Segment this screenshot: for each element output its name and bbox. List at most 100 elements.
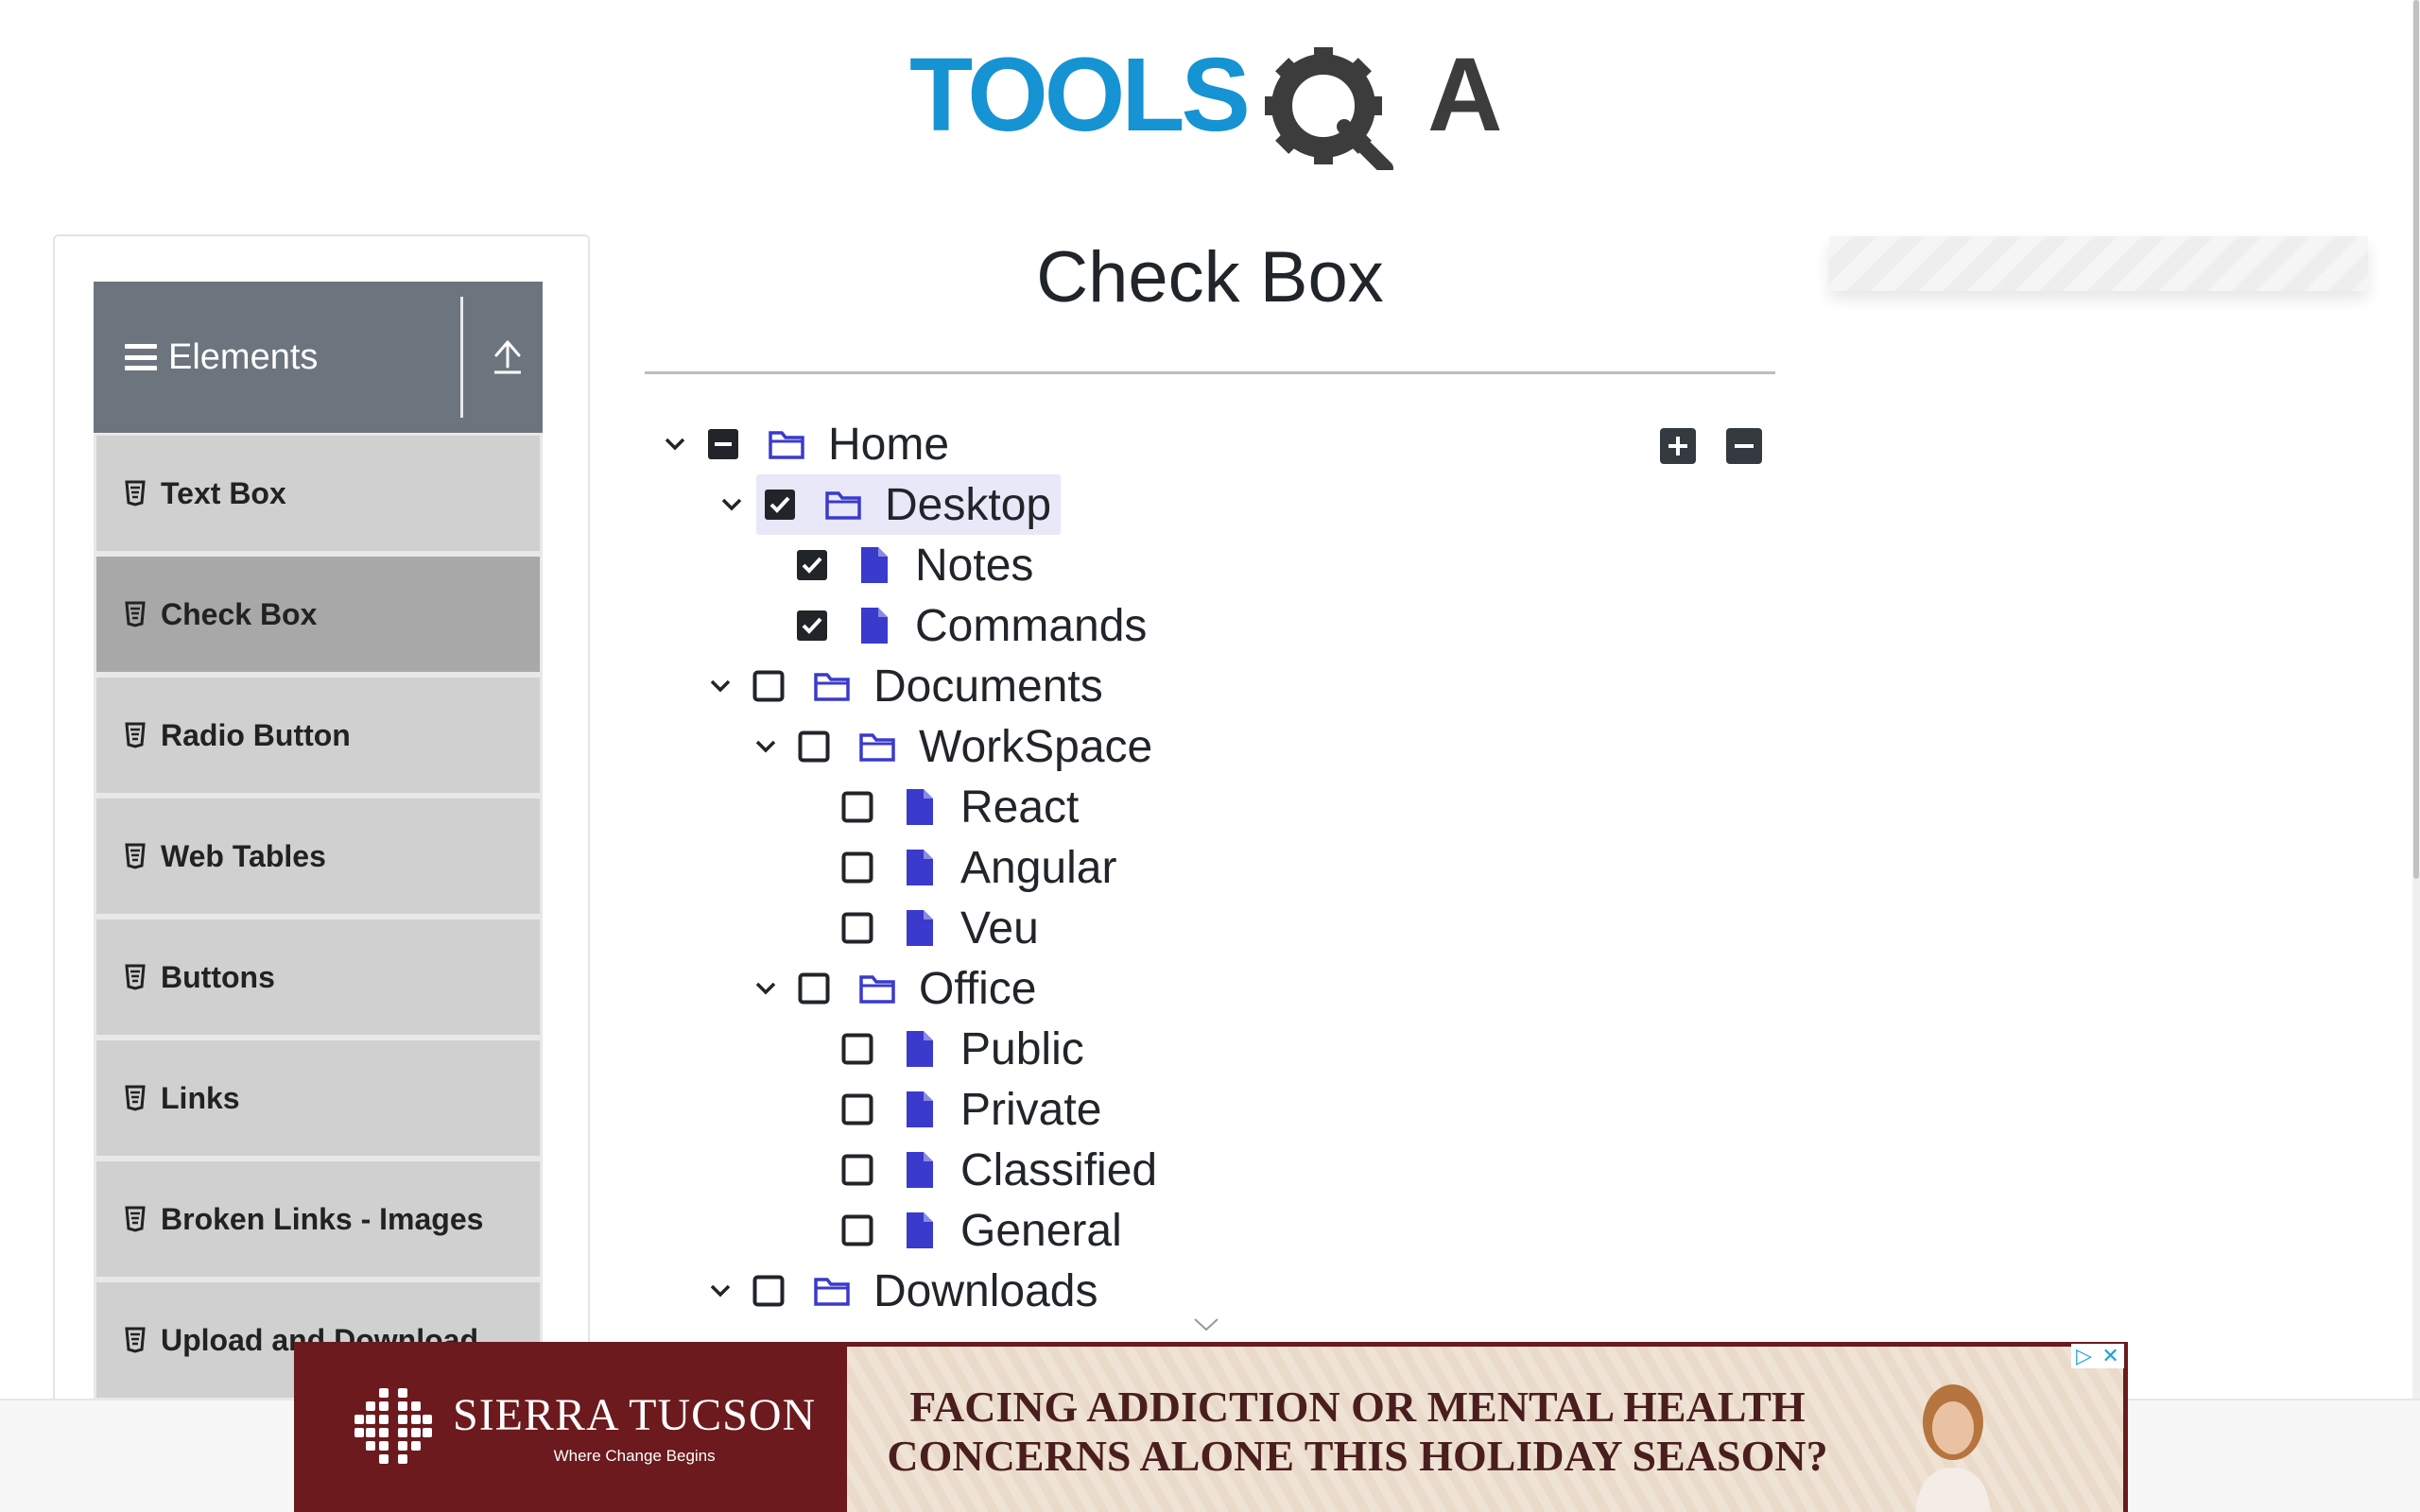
tree-node-label[interactable]: Downloads [873,1265,1098,1317]
file-icon [907,1152,933,1188]
tree-node-label[interactable]: Classified [960,1144,1157,1196]
file-icon [861,608,888,644]
sidebar-item-links[interactable]: Links [94,1038,543,1159]
sidebar-item-radio-button[interactable]: Radio Button [94,675,543,796]
checkbox-unchecked[interactable] [841,791,873,823]
tree-node-public[interactable]: Public [841,1019,1084,1079]
chevron-down-icon[interactable] [662,431,688,457]
checkbox-unchecked[interactable] [798,972,830,1005]
checkbox-unchecked[interactable] [841,1093,873,1125]
tree-node-veu[interactable]: Veu [841,898,1039,958]
checkbox-unchecked[interactable] [841,851,873,884]
tree-node-commands[interactable]: Commands [796,595,1147,656]
tree-node-react[interactable]: React [841,777,1079,837]
ad-headline-line-1: FACING ADDICTION OR MENTAL HEALTH [909,1383,1806,1431]
checkbox-checked[interactable] [796,549,828,581]
elements-group-header[interactable]: Elements [94,282,543,433]
tree-node-classified[interactable]: Classified [841,1140,1157,1200]
page-scrollbar-thumb[interactable] [2413,0,2419,879]
html5-icon [125,601,146,627]
sidebar-item-label: Radio Button [161,717,351,752]
ad-headline: FACING ADDICTION OR MENTAL HEALTH CONCER… [885,1383,1830,1481]
toolsqa-logo[interactable]: TOOLS A [908,28,1522,176]
sierra-tucson-logo-icon [354,1388,432,1464]
html5-icon [125,1206,146,1232]
checkbox-unchecked[interactable] [752,670,785,702]
tree-node-label[interactable]: Office [919,963,1037,1015]
chevron-down-icon[interactable] [752,733,779,760]
tree-node-label[interactable]: Veu [960,902,1039,954]
tree-node-home[interactable]: Home [662,414,949,474]
chevron-down-icon[interactable] [718,491,745,518]
checkbox-unchecked[interactable] [841,1033,873,1065]
checkbox-partial[interactable] [707,428,739,460]
folder-icon [769,431,804,459]
ad-message-panel[interactable]: FACING ADDICTION OR MENTAL HEALTH CONCER… [847,1347,2123,1512]
sidebar-item-web-tables[interactable]: Web Tables [94,796,543,917]
tree-node-workspace[interactable]: WorkSpace [752,716,1152,777]
checkbox-unchecked[interactable] [841,912,873,944]
sidebar-item-broken-links-images[interactable]: Broken Links - Images [94,1159,543,1280]
tree-node-desktop[interactable]: Desktop [721,474,1062,535]
group-title: Elements [168,336,319,377]
folder-icon [859,975,895,1004]
tree-node-label[interactable]: Documents [873,661,1103,713]
tree-node-label[interactable]: WorkSpace [919,721,1152,773]
tree-node-private[interactable]: Private [841,1079,1101,1140]
tree-node-label[interactable]: General [960,1205,1122,1257]
right-ad-banner[interactable] [1829,236,2368,291]
checkbox-checked[interactable] [796,610,828,642]
adchoices-icon[interactable]: ▷ [2076,1346,2092,1366]
tree-node-label[interactable]: Commands [915,600,1147,652]
tree-node-general[interactable]: General [841,1200,1122,1261]
tree-node-label[interactable]: Home [828,419,949,471]
sidebar-menu: Text Box Check Box Radio Button Web Tabl… [94,433,543,1400]
tree-node-office[interactable]: Office [752,958,1037,1019]
checkbox-unchecked[interactable] [798,730,830,763]
file-icon [861,547,888,583]
sidebar-item-label: Buttons [161,959,275,994]
bottom-ad-banner[interactable]: SIERRA TUCSON Where Change Begins FACING… [294,1342,2128,1512]
sidebar-item-label: Check Box [161,596,318,631]
chevron-down-icon[interactable] [707,673,734,699]
tree-node-label[interactable]: Angular [960,842,1116,894]
sidebar-item-buttons[interactable]: Buttons [94,917,543,1038]
tree-node-angular[interactable]: Angular [841,837,1116,898]
chevron-down-icon[interactable] [707,1278,734,1304]
sidebar-item-label: Broken Links - Images [161,1201,484,1236]
page-title: Check Box [1036,237,1384,318]
toolsqa-logo-graphic: TOOLS A [909,37,1502,176]
tree-node-label[interactable]: Private [960,1084,1101,1136]
ad-person-image [1915,1384,1991,1512]
html5-icon [125,964,146,990]
header-divider [460,297,463,418]
folder-icon [814,1278,850,1306]
chevron-down-icon[interactable] [752,975,779,1002]
sidebar-item-label: Web Tables [161,838,326,873]
collapse-arrow-icon[interactable] [491,336,525,376]
sidebar-item-label: Text Box [161,475,286,510]
file-icon [907,1031,933,1067]
checkbox-unchecked[interactable] [752,1275,785,1307]
close-icon[interactable]: ✕ [2101,1346,2118,1366]
checkbox-tree: Home Desktop Notes Commands Documents Wo… [645,414,1779,1331]
html5-icon [125,843,146,869]
sidebar-item-label: Links [161,1080,240,1115]
checkbox-checked[interactable] [764,489,796,521]
tree-node-downloads[interactable]: Downloads [707,1261,1098,1321]
checkbox-unchecked[interactable] [841,1154,873,1186]
tree-node-documents[interactable]: Documents [707,656,1103,716]
svg-text:TOOLS: TOOLS [909,37,1248,153]
scroll-down-chevron-icon[interactable] [1193,1317,1219,1332]
sidebar-item-text-box[interactable]: Text Box [94,433,543,554]
title-divider [645,371,1775,374]
folder-icon [814,673,850,701]
tree-node-label[interactable]: React [960,782,1079,833]
tree-node-notes[interactable]: Notes [796,535,1033,595]
tree-node-label[interactable]: Desktop [885,479,1051,531]
sidebar-item-check-box[interactable]: Check Box [94,554,543,675]
checkbox-unchecked[interactable] [841,1214,873,1246]
ad-close-controls[interactable]: ▷ ✕ [2071,1344,2124,1368]
tree-node-label[interactable]: Notes [915,540,1033,592]
tree-node-label[interactable]: Public [960,1023,1084,1075]
